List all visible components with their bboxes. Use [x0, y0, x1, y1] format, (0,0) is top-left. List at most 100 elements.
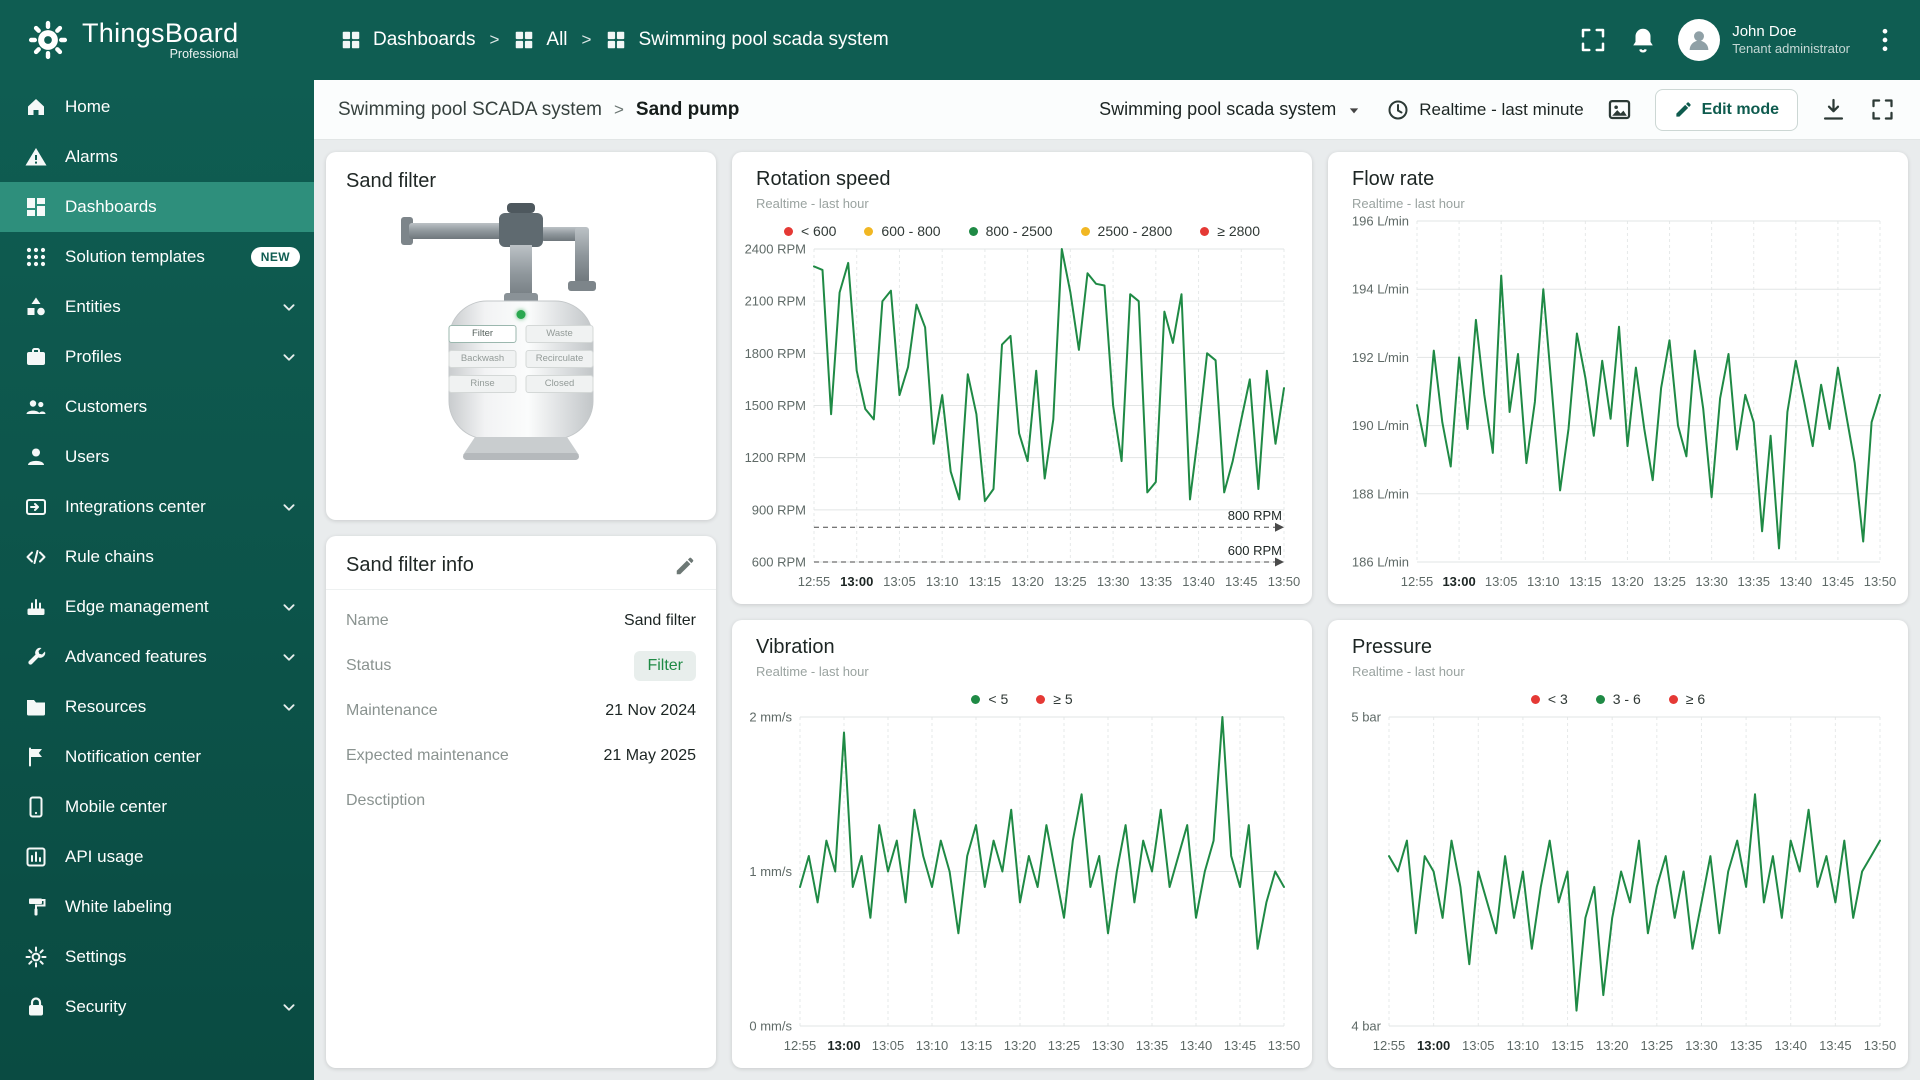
sidebar-item-advanced-features[interactable]: Advanced features: [0, 632, 314, 682]
top-bar: ThingsBoard Professional Dashboards > All >…: [0, 0, 1920, 80]
fullscreen-icon[interactable]: [1578, 25, 1608, 55]
sidebar-item-integrations-center[interactable]: Integrations center: [0, 482, 314, 532]
chart-legend: < 5 ≥ 5: [744, 691, 1300, 707]
timewindow-button[interactable]: Realtime - last minute: [1386, 98, 1584, 122]
legend-item[interactable]: ≥ 6: [1668, 691, 1705, 707]
sidebar-item-security[interactable]: Security: [0, 982, 314, 1032]
advanced-icon: [24, 645, 48, 669]
sand-filter-mode-filter[interactable]: Filter: [448, 325, 517, 343]
chart-header: Pressure Realtime - last hour: [1340, 636, 1896, 679]
legend-dot: [1595, 694, 1605, 704]
info-value: 21 Nov 2024: [605, 701, 696, 719]
info-row-status: Status Filter: [346, 643, 696, 688]
sand-filter-mode-recirculate[interactable]: Recirculate: [525, 350, 594, 368]
legend-label: ≥ 2800: [1217, 223, 1260, 239]
svg-text:194 L/min: 194 L/min: [1352, 282, 1409, 297]
legend-item[interactable]: < 5: [971, 691, 1008, 707]
legend-item[interactable]: 600 - 800: [864, 223, 941, 239]
svg-text:13:10: 13:10: [916, 1038, 949, 1053]
flow-rate-chart-card: Flow rate Realtime - last hour 12:55 13:0…: [1328, 152, 1908, 604]
legend-item[interactable]: < 600: [783, 223, 836, 239]
vibration-plot: 12:55 13:00 13:05 13:10 13:15 13:20 13:25 13:30…: [744, 707, 1300, 1060]
info-label: Desctiption: [346, 791, 426, 809]
svg-text:13:30: 13:30: [1097, 574, 1130, 589]
legend-dot: [1668, 694, 1678, 704]
edit-mode-button[interactable]: Edit mode: [1654, 88, 1798, 131]
sidebar-item-label: Advanced features: [65, 647, 207, 666]
legend-item[interactable]: 2500 - 2800: [1080, 223, 1172, 239]
sand-filter-mode-waste[interactable]: Waste: [525, 325, 594, 343]
edit-info-pencil-icon[interactable]: [674, 555, 696, 577]
sidebar-item-alarms[interactable]: Alarms: [0, 132, 314, 182]
svg-text:0 mm/s: 0 mm/s: [749, 1019, 792, 1034]
topbar-breadcrumb-all[interactable]: All: [513, 29, 568, 51]
svg-text:12:55: 12:55: [1373, 1038, 1406, 1053]
sidebar-item-rule-chains[interactable]: Rule chains: [0, 532, 314, 582]
sidebar-item-label: Settings: [65, 947, 127, 966]
sand-filter-mode-backwash[interactable]: Backwash: [448, 350, 517, 368]
svg-text:13:50: 13:50: [1268, 574, 1300, 589]
topbar-breadcrumb-dashboards[interactable]: Dashboards: [340, 29, 475, 51]
chevron-down-icon: [278, 596, 300, 618]
image-icon[interactable]: [1606, 96, 1633, 123]
entity-select[interactable]: Swimming pool scada system: [1099, 99, 1364, 120]
chart-header: Rotation speed Realtime - last hour: [744, 168, 1300, 211]
legend-item[interactable]: ≥ 2800: [1200, 223, 1260, 239]
sidebar-item-label: Notification center: [65, 747, 202, 766]
chart-title: Rotation speed: [756, 168, 891, 190]
chart-title: Vibration: [756, 636, 835, 658]
thingsboard-logo[interactable]: ThingsBoard Professional: [0, 18, 314, 62]
sidebar-item-customers[interactable]: Customers: [0, 382, 314, 432]
more-menu-icon[interactable]: [1870, 25, 1900, 55]
vibration-chart-card: Vibration Realtime - last hour < 5 ≥ 5 12…: [732, 620, 1312, 1068]
sidebar-item-users[interactable]: Users: [0, 432, 314, 482]
sidebar-item-white-labeling[interactable]: White labeling: [0, 882, 314, 932]
dashboard-breadcrumb-root[interactable]: Swimming pool SCADA system: [338, 99, 602, 121]
dashboards-grid-icon: [513, 29, 535, 51]
sidebar-item-profiles[interactable]: Profiles: [0, 332, 314, 382]
widget-title: Sand filter: [346, 170, 437, 192]
svg-text:12:55: 12:55: [784, 1038, 817, 1053]
sidebar-item-dashboards[interactable]: Dashboards: [0, 182, 314, 232]
info-header: Sand filter info: [326, 536, 716, 590]
sand-filter-mode-rinse[interactable]: Rinse: [448, 375, 517, 393]
user-menu[interactable]: John Doe Tenant administrator: [1678, 19, 1850, 61]
sand-filter-illustration: Filter Waste Backwash Recirculate Rinse Close…: [371, 197, 671, 475]
sidebar-item-home[interactable]: Home: [0, 82, 314, 132]
sidebar-item-entities[interactable]: Entities: [0, 282, 314, 332]
legend-item[interactable]: 800 - 2500: [968, 223, 1053, 239]
legend-dot: [971, 694, 981, 704]
legend-item[interactable]: 3 - 6: [1595, 691, 1641, 707]
svg-text:13:10: 13:10: [1507, 1038, 1540, 1053]
svg-text:2400 RPM: 2400 RPM: [745, 242, 806, 257]
svg-text:2 mm/s: 2 mm/s: [749, 710, 792, 725]
sidebar-item-mobile-center[interactable]: Mobile center: [0, 782, 314, 832]
legend-item[interactable]: < 3: [1530, 691, 1568, 707]
sidebar-item-settings[interactable]: Settings: [0, 932, 314, 982]
chart-subtitle: Realtime - last hour: [1352, 196, 1465, 211]
sidebar-item-solution-templates[interactable]: Solution templates NEW: [0, 232, 314, 282]
legend-item[interactable]: ≥ 5: [1036, 691, 1073, 707]
sand-filter-mode-closed[interactable]: Closed: [525, 375, 594, 393]
svg-text:13:00: 13:00: [827, 1038, 860, 1053]
dashboard-fullscreen-icon[interactable]: [1869, 96, 1896, 123]
chevron-down-icon: [278, 296, 300, 318]
download-icon[interactable]: [1820, 96, 1847, 123]
user-role: Tenant administrator: [1732, 41, 1850, 57]
timewindow-label: Realtime - last minute: [1419, 99, 1584, 119]
sidebar-item-api-usage[interactable]: API usage: [0, 832, 314, 882]
svg-text:2100 RPM: 2100 RPM: [745, 294, 806, 309]
svg-text:13:40: 13:40: [1180, 1038, 1213, 1053]
svg-text:13:30: 13:30: [1695, 574, 1728, 589]
toolbar-actions: Swimming pool scada system Realtime - la…: [1099, 88, 1896, 131]
legend-label: ≥ 5: [1053, 691, 1073, 707]
topbar-breadcrumb-swimming-pool-scada-system[interactable]: Swimming pool scada system: [605, 29, 889, 51]
notifications-bell-icon[interactable]: [1628, 25, 1658, 55]
svg-text:12:55: 12:55: [798, 574, 831, 589]
charts-grid: Rotation speed Realtime - last hour < 60…: [732, 152, 1908, 1068]
sidebar-item-resources[interactable]: Resources: [0, 682, 314, 732]
sidebar-item-edge-management[interactable]: Edge management: [0, 582, 314, 632]
dashboards-icon: [24, 195, 48, 219]
sidebar-item-notification-center[interactable]: Notification center: [0, 732, 314, 782]
svg-text:13:30: 13:30: [1092, 1038, 1125, 1053]
